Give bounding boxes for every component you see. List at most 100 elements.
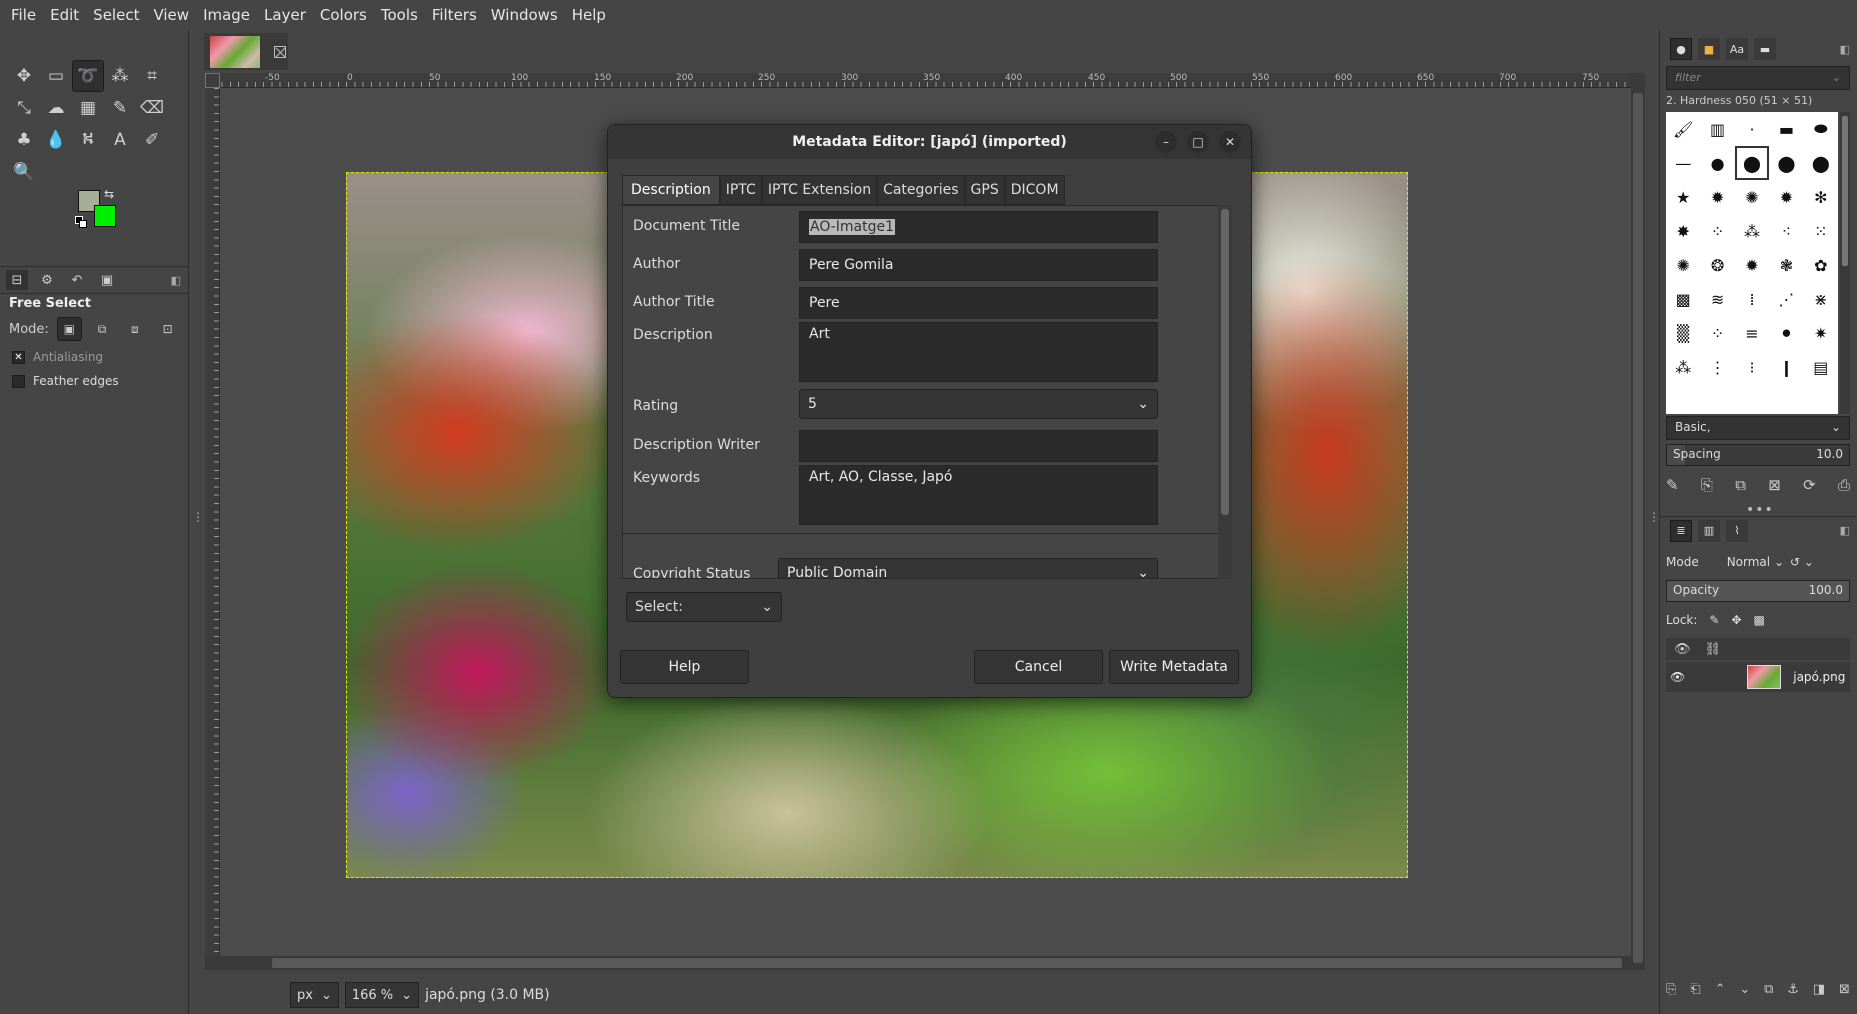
brush-item[interactable]: ✺ [1666, 248, 1700, 282]
channels-tab-icon[interactable]: ▥ [1698, 519, 1720, 542]
brush-item[interactable]: ✸ [1666, 214, 1700, 248]
brush-item[interactable]: ⬤ [1769, 146, 1803, 180]
layer-mode-combo[interactable]: Normal ⌄ [1727, 555, 1784, 569]
brushes-tab-icon[interactable]: ● [1670, 38, 1692, 60]
quick-mask-toggle[interactable] [205, 73, 220, 88]
menu-windows[interactable]: Windows [484, 6, 565, 24]
menu-select[interactable]: Select [86, 6, 146, 24]
help-button[interactable]: Help [620, 650, 749, 684]
zoom-tool-icon[interactable]: 🔍 [8, 156, 40, 188]
patterns-tab-icon[interactable]: ■ [1698, 38, 1720, 60]
brush-item[interactable]: ⬬ [1804, 112, 1838, 146]
brush-filter-input[interactable]: filter ⌄ [1666, 66, 1850, 90]
images-tab-icon[interactable]: ▣ [96, 270, 118, 290]
eraser-tool-icon[interactable]: ⌫ [136, 92, 168, 124]
brush-item[interactable]: ⬤ [1804, 146, 1838, 180]
document-title-field[interactable]: AO-Imatge1 [799, 211, 1158, 243]
tab-menu-icon[interactable]: ◧ [1840, 43, 1850, 56]
brush-item[interactable]: ✹ [1735, 248, 1769, 282]
select-combo[interactable]: Select: ⌄ [626, 592, 782, 622]
brush-preset-combo[interactable]: Basic, ⌄ [1666, 416, 1850, 440]
gradients-tab-icon[interactable]: ▬ [1754, 38, 1776, 60]
clone-tool-icon[interactable]: ♣ [8, 124, 40, 156]
new-layer-group-icon[interactable]: ⎘ [1666, 982, 1676, 997]
fonts-tab-icon[interactable]: Aa [1726, 38, 1748, 60]
reset-colors-icon[interactable] [75, 216, 87, 228]
brush-item[interactable]: — [1666, 146, 1700, 180]
move-tool-icon[interactable]: ✥ [8, 60, 40, 92]
zoom-combo[interactable]: 166 % ⌄ [344, 982, 420, 1008]
brush-item[interactable]: ⋮ [1700, 350, 1734, 384]
brush-item[interactable]: ⁂ [1666, 350, 1700, 384]
horizontal-scroll-thumb[interactable] [272, 958, 1622, 968]
keywords-field[interactable]: Art, AO, Classe, Japó [799, 465, 1158, 525]
lower-layer-icon[interactable]: ⌄ [1739, 982, 1750, 997]
menu-layer[interactable]: Layer [257, 6, 313, 24]
crop-tool-icon[interactable]: ⌗ [136, 60, 168, 92]
brush-item[interactable]: ★ [1666, 180, 1700, 214]
horizontal-scrollbar[interactable] [205, 956, 1631, 970]
antialiasing-checkbox[interactable]: ✕ [12, 350, 25, 364]
duplicate-layer-icon[interactable]: ⧉ [1764, 982, 1773, 997]
author-title-field[interactable]: Pere [799, 287, 1158, 319]
maximize-icon[interactable]: □ [1187, 131, 1209, 153]
brush-item[interactable]: ▤ [1804, 350, 1838, 384]
menu-filters[interactable]: Filters [425, 6, 484, 24]
swap-colors-icon[interactable]: ⇆ [104, 187, 114, 201]
tab-menu-icon[interactable]: ◧ [171, 274, 181, 287]
tab-menu-icon[interactable]: ◧ [1840, 524, 1850, 537]
brush-item[interactable]: ≋ [1700, 282, 1734, 316]
subtract-mode-icon[interactable]: ⧈ [122, 317, 147, 341]
free-select-tool-icon[interactable]: ➰ [72, 60, 104, 92]
image-tab[interactable] [204, 33, 288, 70]
brush-item[interactable]: ≡ [1735, 316, 1769, 350]
copyright-status-select[interactable]: Public Domain ⌄ [778, 558, 1158, 578]
brush-item[interactable]: ⋇ [1804, 282, 1838, 316]
color-picker-tool-icon[interactable]: ✐ [136, 124, 168, 156]
opacity-slider[interactable]: Opacity 100.0 [1666, 580, 1850, 602]
brush-item[interactable]: ▩ [1666, 282, 1700, 316]
brush-item[interactable]: ▬ [1769, 112, 1803, 146]
brush-item[interactable]: ✷ [1804, 316, 1838, 350]
mask-layer-icon[interactable]: ◨ [1813, 982, 1825, 997]
tab-iptc[interactable]: IPTC [719, 175, 762, 205]
paths-tab-icon[interactable]: ⌇ [1726, 519, 1748, 542]
brush-item[interactable]: ⬤ [1734, 146, 1770, 180]
tab-dicom[interactable]: DICOM [1004, 175, 1065, 205]
brush-item[interactable]: ⁘ [1700, 214, 1734, 248]
brush-item[interactable]: ✹ [1769, 180, 1803, 214]
brush-item[interactable]: ● [1700, 146, 1734, 180]
brush-scrollbar[interactable] [1840, 112, 1850, 414]
tab-categories[interactable]: Categories [877, 175, 965, 205]
minimize-icon[interactable]: – [1155, 131, 1177, 153]
open-as-image-icon[interactable]: ⎙ [1838, 476, 1850, 494]
brush-item[interactable]: ✻ [1804, 180, 1838, 214]
menu-tools[interactable]: Tools [374, 6, 425, 24]
delete-brush-icon[interactable]: ⊠ [1768, 476, 1781, 494]
layers-tab-icon[interactable]: ≣ [1670, 519, 1692, 542]
brush-item[interactable]: ⁂ [1735, 214, 1769, 248]
menu-view[interactable]: View [146, 6, 196, 24]
lock-pixels-icon[interactable]: ✎ [1709, 613, 1719, 627]
lock-alpha-icon[interactable]: ▩ [1754, 613, 1765, 627]
feather-edges-checkbox[interactable] [12, 374, 25, 388]
add-mode-icon[interactable]: ⧉ [90, 317, 115, 341]
panel-scrollbar[interactable] [1218, 205, 1232, 579]
rating-select[interactable]: 5 ⌄ [799, 389, 1158, 419]
paintbrush-tool-icon[interactable]: ✎ [104, 92, 136, 124]
close-tab-icon[interactable] [274, 45, 286, 58]
raise-layer-icon[interactable]: ⌃ [1715, 982, 1726, 997]
anchor-layer-icon[interactable]: ⚓ [1787, 982, 1799, 997]
brush-item[interactable]: · [1735, 112, 1769, 146]
cancel-button[interactable]: Cancel [974, 650, 1103, 684]
layer-mode-reset-icon[interactable]: ↺ ⌄ [1790, 555, 1814, 569]
brush-item[interactable]: ❙ [1769, 350, 1803, 384]
menu-edit[interactable]: Edit [43, 6, 86, 24]
tab-gps[interactable]: GPS [964, 175, 1005, 205]
tab-iptc-extension[interactable]: IPTC Extension [761, 175, 878, 205]
warp-tool-icon[interactable]: ☁ [40, 92, 72, 124]
text-tool-icon[interactable]: A [104, 124, 136, 156]
brush-item[interactable]: ⁘ [1700, 316, 1734, 350]
brush-item[interactable]: ✹ [1700, 180, 1734, 214]
vertical-scroll-thumb[interactable] [1633, 93, 1643, 963]
